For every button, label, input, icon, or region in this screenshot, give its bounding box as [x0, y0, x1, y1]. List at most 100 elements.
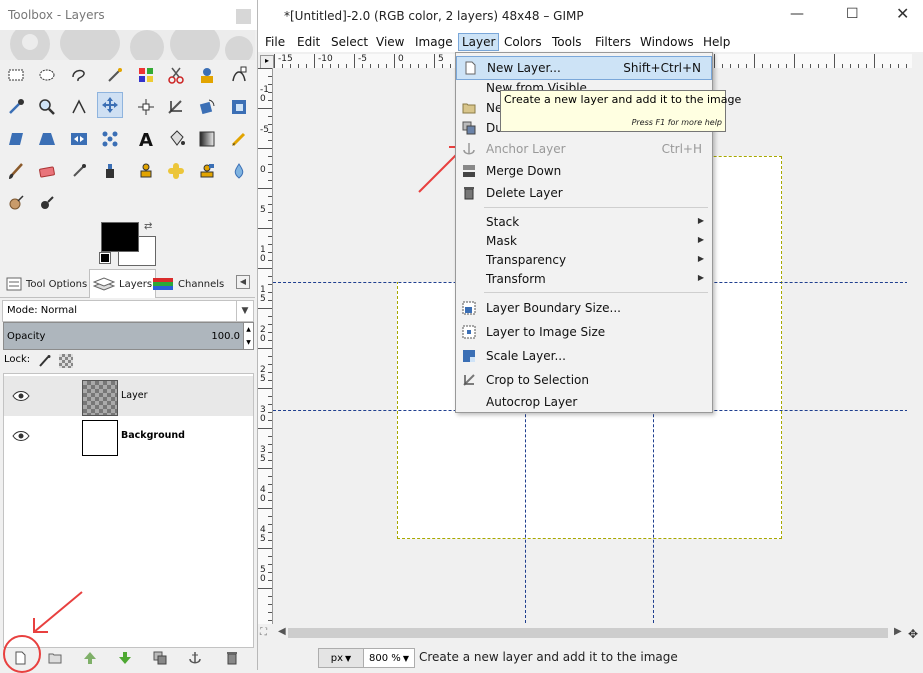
chevron-down-icon[interactable]: ▼: [236, 301, 253, 321]
menu-item-scale-layer[interactable]: Scale Layer...: [456, 345, 712, 367]
annotation-arrow-icon: [33, 591, 83, 633]
menu-windows[interactable]: Windows: [637, 34, 697, 50]
menu-edit[interactable]: Edit: [294, 34, 323, 50]
heal-icon[interactable]: [163, 158, 189, 184]
scroll-right-icon[interactable]: ▶: [894, 626, 902, 637]
scroll-left-icon[interactable]: ◀: [278, 626, 286, 637]
tab-channels[interactable]: Channels: [152, 272, 224, 296]
scale-icon[interactable]: [226, 94, 252, 120]
menu-view[interactable]: View: [373, 34, 407, 50]
shear-icon[interactable]: [3, 126, 29, 152]
quick-mask-icon[interactable]: ▸: [260, 55, 274, 69]
rect-select-icon[interactable]: [3, 62, 29, 88]
pencil-icon[interactable]: [226, 126, 252, 152]
swap-colors-icon[interactable]: ⇄: [144, 221, 152, 232]
ruler-tick: [394, 54, 395, 68]
crop-tool-icon[interactable]: [163, 94, 189, 120]
ruler-tick: [268, 212, 272, 213]
blur-sharpen-icon[interactable]: [34, 190, 60, 216]
rotate-icon[interactable]: [194, 94, 220, 120]
ellipse-select-icon[interactable]: [34, 62, 60, 88]
dock-menu-button[interactable]: ◀: [236, 275, 250, 289]
menu-tools[interactable]: Tools: [549, 34, 585, 50]
mode-select[interactable]: Mode: Normal ▼: [2, 300, 254, 322]
layer-row-background[interactable]: Background: [4, 416, 253, 456]
menu-item-layer-to-image-size[interactable]: Layer to Image Size: [456, 321, 712, 343]
menu-item-transform[interactable]: Transform ▶: [456, 268, 712, 290]
duplicate-layer-button[interactable]: [152, 650, 168, 666]
menu-help[interactable]: Help: [700, 34, 733, 50]
paths-icon[interactable]: [226, 62, 252, 88]
default-colors-icon[interactable]: [99, 252, 111, 264]
opacity-slider[interactable]: Opacity 100.0: [3, 322, 245, 350]
menu-layer[interactable]: Layer: [458, 33, 500, 51]
align-icon[interactable]: [133, 94, 159, 120]
color-picker-icon[interactable]: [3, 94, 29, 120]
measure-icon[interactable]: [66, 94, 92, 120]
gradient-icon[interactable]: [194, 126, 220, 152]
eye-icon[interactable]: [12, 429, 30, 443]
fuzzy-select-icon[interactable]: [102, 62, 128, 88]
navigate-icon[interactable]: ✥: [908, 627, 918, 641]
select-by-color-icon[interactable]: [133, 62, 159, 88]
smudge-icon[interactable]: [226, 158, 252, 184]
zoom-icon[interactable]: [34, 94, 60, 120]
menu-item-autocrop-layer[interactable]: Autocrop Layer: [456, 391, 712, 413]
clone-icon[interactable]: [133, 158, 159, 184]
menu-separator: [484, 292, 708, 293]
menu-item-merge-down[interactable]: Merge Down: [456, 160, 712, 182]
layer-row-layer[interactable]: Layer: [4, 376, 253, 416]
toolbox-close-button[interactable]: [236, 9, 251, 24]
delete-layer-button[interactable]: [224, 650, 240, 666]
vertical-ruler[interactable]: -1 0 -5 0 5 1 0 1 5 2 0 2 5 3 0 3 5 4 0 4 5 5 0: [258, 68, 273, 624]
menu-item-delete-layer[interactable]: Delete Layer: [456, 182, 712, 204]
zoom-follow-icon[interactable]: ⛶: [260, 627, 267, 638]
ruler-tick: [268, 124, 272, 125]
ink-icon[interactable]: [97, 158, 123, 184]
move-tool-icon[interactable]: [97, 92, 123, 118]
perspective-icon[interactable]: [34, 126, 60, 152]
new-layer-group-button[interactable]: [47, 650, 63, 666]
ruler-tick: [268, 452, 272, 453]
anchor-layer-button[interactable]: [187, 650, 203, 666]
raise-layer-button[interactable]: [82, 650, 98, 666]
tab-layers[interactable]: Layers: [89, 269, 157, 298]
text-tool-icon[interactable]: A: [133, 126, 159, 152]
menu-file[interactable]: File: [262, 34, 288, 50]
eraser-icon[interactable]: [34, 158, 60, 184]
menu-select[interactable]: Select: [328, 34, 371, 50]
dodge-burn-icon[interactable]: [3, 190, 29, 216]
menu-item-layer-boundary-size[interactable]: Layer Boundary Size...: [456, 297, 712, 319]
flip-icon[interactable]: [66, 126, 92, 152]
menu-filters[interactable]: Filters: [592, 34, 634, 50]
menu-item-crop-to-selection[interactable]: Crop to Selection: [456, 369, 712, 391]
close-icon[interactable]: ✕: [896, 4, 909, 23]
menu-colors[interactable]: Colors: [501, 34, 545, 50]
foreground-select-icon[interactable]: [194, 62, 220, 88]
lower-layer-button[interactable]: [117, 650, 133, 666]
cage-transform-icon[interactable]: [97, 126, 123, 152]
zoom-select[interactable]: 800 % ▼: [363, 648, 415, 668]
lock-alpha-icon[interactable]: [59, 354, 73, 368]
tab-tool-options[interactable]: Tool Options: [6, 272, 87, 296]
eye-icon[interactable]: [12, 389, 30, 403]
scrollbar-thumb[interactable]: [288, 628, 888, 638]
foreground-color-top[interactable]: [101, 222, 139, 252]
perspective-clone-icon[interactable]: [194, 158, 220, 184]
scissors-icon[interactable]: [163, 62, 189, 88]
vertical-scrollbar[interactable]: [907, 68, 921, 624]
opacity-spinner[interactable]: ▲ ▼: [243, 322, 254, 350]
paintbrush-icon[interactable]: [3, 158, 29, 184]
maximize-icon[interactable]: ☐: [846, 6, 859, 22]
wilber-drop-area: [0, 30, 255, 60]
ruler-tick: [268, 604, 272, 605]
lock-pixels-icon[interactable]: [38, 354, 52, 368]
bucket-fill-icon[interactable]: [163, 126, 189, 152]
minimize-icon[interactable]: —: [790, 6, 804, 22]
free-select-icon[interactable]: [66, 62, 92, 88]
unit-select[interactable]: px ▼: [318, 648, 364, 668]
airbrush-icon[interactable]: [66, 158, 92, 184]
horizontal-scrollbar[interactable]: ◀ ▶: [274, 626, 906, 640]
menu-image[interactable]: Image: [412, 34, 456, 50]
ruler-tick: [268, 364, 272, 365]
